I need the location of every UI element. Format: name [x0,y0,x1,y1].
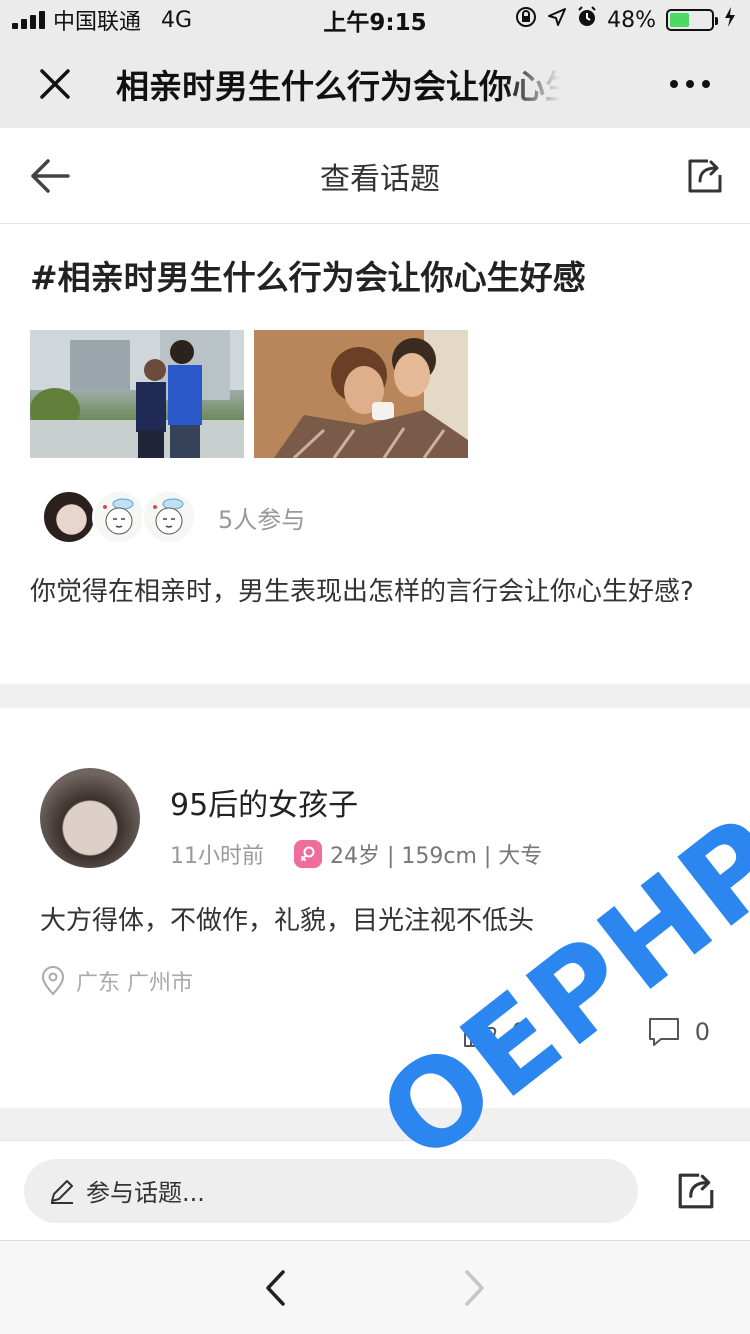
carrier-label: 中国联通 [53,10,142,35]
comment-icon [648,1018,679,1046]
back-button[interactable] [0,128,100,224]
location-arrow-icon [547,7,567,33]
topic-photo-couple-walking[interactable] [30,330,244,458]
bottom-input-bar: 参与话题... [0,1140,750,1240]
arrow-left-icon [31,158,70,193]
battery-fill [670,13,690,27]
answer-card: 95后的女孩子 11小时前 24岁 | 159cm | 大专 大方得体，不做作，… [0,708,750,1108]
share-icon [678,1173,714,1208]
user-name[interactable]: 95后的女孩子 [170,780,542,824]
browser-back-button[interactable] [245,1258,305,1318]
thumbs-up-icon [464,1017,497,1047]
share-button-top[interactable] [660,128,750,224]
topic-photo-couple-blanket[interactable] [254,330,468,458]
more-dot [702,80,710,88]
battery-icon [666,9,718,31]
chevron-left-icon [266,1269,285,1306]
alarm-icon [577,6,597,34]
answer-text: 大方得体，不做作，礼貌，目光注视不低头 [40,906,535,936]
more-dot [686,80,694,88]
post-time: 11小时前 [170,844,264,869]
battery-percent: 48% [607,7,656,33]
more-icon [670,80,678,88]
status-left: 中国联通 4G [12,4,192,36]
browser-nav-bar [0,1240,750,1334]
user-info: 24岁 | 159cm | 大专 [330,844,543,869]
answer-meta: 95后的女孩子 11小时前 24岁 | 159cm | 大专 [170,768,542,870]
close-button[interactable] [0,40,110,128]
comment-button[interactable]: 0 [647,1016,710,1048]
charging-icon [724,6,736,34]
avatar[interactable] [40,768,140,868]
signal-icon [12,11,45,29]
orientation-lock-icon [515,6,537,34]
answer-header: 95后的女孩子 11小时前 24岁 | 159cm | 大专 [40,768,710,870]
chevron-right-icon [465,1269,484,1306]
participants-count: 5人参与 [218,505,306,534]
join-topic-placeholder: 参与话题... [86,1179,205,1207]
topic-images [30,330,720,458]
like-button[interactable]: 0 [463,1016,527,1048]
join-topic-input[interactable]: 参与话题... [24,1158,638,1223]
wechat-header: 相亲时男生什么行为会让你心生好感 [0,40,750,128]
status-right: 48% [515,6,736,34]
answer-location: 广东 广州市 [40,965,710,997]
participant-avatar-cartoon [92,490,146,544]
participants-row[interactable]: 5人参与 [30,490,720,544]
participant-avatar [42,490,96,544]
pencil-icon [51,1179,73,1204]
answer-subline: 11小时前 24岁 | 159cm | 大专 [170,838,542,870]
topic-card: #相亲时男生什么行为会让你心生好感 5人参与 你觉得在相亲时，男生表现出怎样的言… [0,224,750,684]
topic-description: 你觉得在相亲时，男生表现出怎样的言行会让你心生好感? [30,577,694,607]
browser-forward-button[interactable] [445,1258,505,1318]
status-bar: 中国联通 4G 上午9:15 48% [0,0,750,40]
female-icon [294,840,322,868]
share-button-bottom[interactable] [666,1159,726,1223]
page-nav: 查看话题 [0,128,750,224]
like-count: 0 [511,1018,527,1046]
participant-avatar-cartoon [142,490,196,544]
webview-title: 相亲时男生什么行为会让你心生好感 [116,67,560,106]
network-label: 4G [161,7,193,33]
comment-count: 0 [694,1018,710,1046]
page-title: 查看话题 [320,161,440,197]
location-pin-icon [41,966,65,996]
more-button[interactable] [630,40,750,128]
close-icon [40,69,70,99]
location-label: 广东 广州市 [76,971,193,996]
topic-title: #相亲时男生什么行为会让你心生好感 [30,258,586,297]
share-icon [688,159,722,192]
answer-actions: 0 0 [463,1016,710,1048]
